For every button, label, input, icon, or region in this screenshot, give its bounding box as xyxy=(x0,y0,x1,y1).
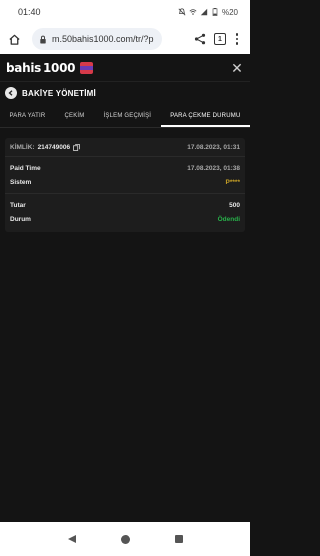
status-bar: 01:40 %20 xyxy=(0,0,250,24)
copy-icon[interactable] xyxy=(73,143,80,151)
chevron-left-icon xyxy=(8,90,13,96)
tab-switcher-button[interactable]: 1 xyxy=(214,33,226,45)
system-value: P**** xyxy=(225,178,240,186)
paid-time-value: 17.08.2023, 01:38 xyxy=(187,164,240,172)
transaction-card: KİMLİK: 214749006 17.08.2023, 01:31 Paid… xyxy=(5,138,245,232)
back-button[interactable] xyxy=(5,87,17,99)
site-header: bahis 1000 ✕ xyxy=(0,54,250,82)
page-title: BAKİYE YÖNETİMİ xyxy=(22,88,96,98)
system-label: Sistem xyxy=(10,178,32,186)
notifications-off-icon xyxy=(178,8,186,16)
lock-icon xyxy=(40,35,46,44)
language-flag-icon[interactable] xyxy=(80,61,94,74)
status-time: 01:40 xyxy=(18,7,41,17)
close-icon[interactable]: ✕ xyxy=(230,61,244,75)
logo-text-1000: 1000 xyxy=(43,60,76,75)
nav-back-icon[interactable] xyxy=(67,535,76,543)
browser-menu-icon[interactable] xyxy=(234,33,240,45)
browser-toolbar: m.50bahis1000.com/tr/?p 1 xyxy=(0,24,250,54)
divider xyxy=(5,156,245,157)
home-icon xyxy=(8,34,20,45)
signal-icon xyxy=(200,8,208,16)
system-row: Sistem P**** xyxy=(10,177,240,187)
logo-text-bahis: bahis xyxy=(6,60,41,75)
system-navigation-bar xyxy=(0,522,250,556)
tab-bar: PARA YATIR ÇEKİM İŞLEM GEÇMİŞİ PARA ÇEKM… xyxy=(0,104,251,128)
address-bar[interactable]: m.50bahis1000.com/tr/?p xyxy=(32,28,162,50)
status-row: Durum Ödendi xyxy=(10,214,240,224)
page-title-row: BAKİYE YÖNETİMİ xyxy=(0,82,250,104)
home-button[interactable] xyxy=(6,31,22,47)
status-label: Durum xyxy=(10,215,31,223)
paid-time-row: Paid Time 17.08.2023, 01:38 xyxy=(10,163,240,173)
url-text: m.50bahis1000.com/tr/?p xyxy=(52,34,154,44)
site-logo[interactable]: bahis 1000 xyxy=(6,60,76,75)
tab-transaction-history[interactable]: İŞLEM GEÇMİŞİ xyxy=(94,104,161,127)
amount-row: Tutar 500 xyxy=(10,200,240,210)
transaction-id-label: KİMLİK: xyxy=(10,143,35,151)
wifi-icon xyxy=(189,9,197,15)
paid-time-label: Paid Time xyxy=(10,164,41,172)
status-badge: Ödendi xyxy=(217,215,240,223)
divider xyxy=(5,193,245,194)
browser-actions: 1 xyxy=(194,33,244,45)
transaction-date: 17.08.2023, 01:31 xyxy=(187,143,240,151)
tab-deposit[interactable]: PARA YATIR xyxy=(0,104,55,127)
battery-icon xyxy=(212,8,218,16)
nav-home-icon[interactable] xyxy=(120,534,130,544)
status-icons: %20 xyxy=(178,8,238,17)
transaction-id-value: 214749006 xyxy=(37,143,71,151)
amount-label: Tutar xyxy=(10,201,26,209)
share-icon[interactable] xyxy=(194,33,206,45)
nav-recents-icon[interactable] xyxy=(174,535,183,543)
battery-level: %20 xyxy=(221,7,238,17)
tab-withdraw-status[interactable]: PARA ÇEKME DURUMU xyxy=(160,104,251,127)
tab-withdraw[interactable]: ÇEKİM xyxy=(55,104,94,127)
transaction-id-row: KİMLİK: 214749006 17.08.2023, 01:31 xyxy=(10,138,240,156)
amount-value: 500 xyxy=(229,201,240,209)
